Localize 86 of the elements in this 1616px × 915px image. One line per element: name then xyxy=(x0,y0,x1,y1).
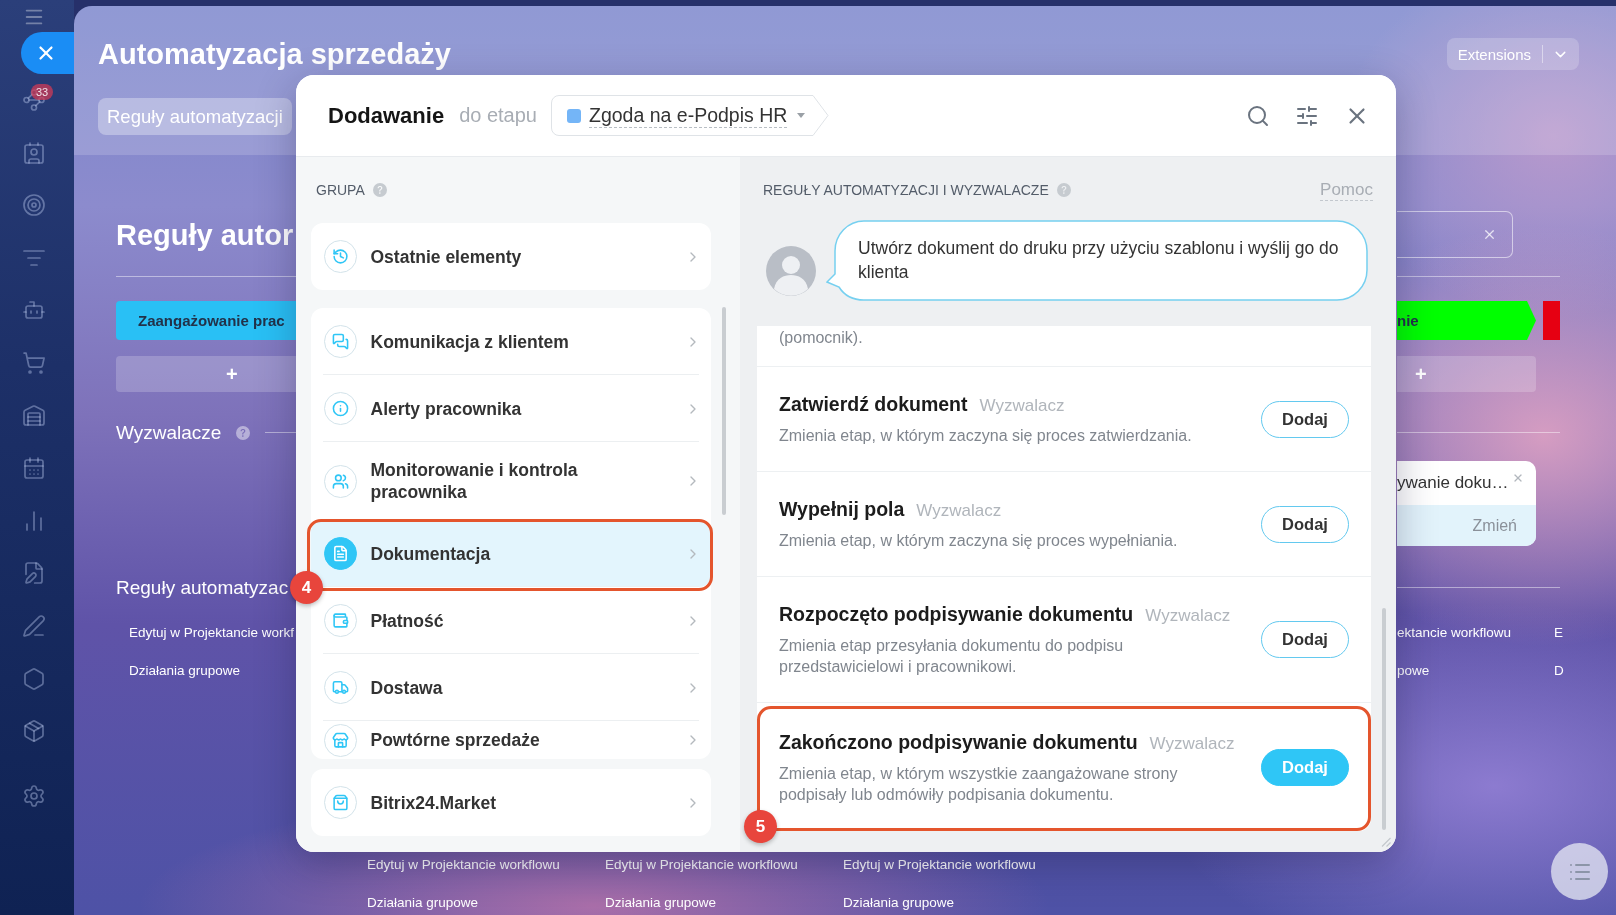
document-icon xyxy=(323,537,357,570)
stage-bar[interactable]: nie xyxy=(1397,301,1536,340)
panel-heading: GRUPA xyxy=(316,182,365,198)
group-item[interactable]: Komunikacja z klientem xyxy=(311,308,711,375)
action-link[interactable]: E xyxy=(1543,624,1563,642)
rule-description: Zmienia etap przesyłania dokumentu do podpisu przedstawicielowi i pracownikowi. xyxy=(779,636,1125,677)
rule-title: Wypełnij pola xyxy=(779,497,905,521)
triggers-heading: Wyzwalacze xyxy=(116,421,222,445)
page-title: Automatyzacja sprzedaży xyxy=(98,37,451,71)
group-item[interactable]: Ostatnie elementy xyxy=(311,223,711,290)
scrollbar-thumb[interactable] xyxy=(1382,608,1386,830)
rule-description: Zmienia etap, w którym wszystkie zaangażowane strony podpisały lub odmówiły podpisania dokumentu. xyxy=(779,763,1179,805)
step-badge: 4 xyxy=(290,571,323,604)
pen-icon[interactable] xyxy=(22,613,46,638)
speech-bubble: Utwórz dokument do druku przy użyciu szablonu i wyślij go do klienta xyxy=(826,220,1368,301)
add-button[interactable]: Dodaj xyxy=(1261,621,1349,658)
action-link[interactable]: Edytuj w Projektancie workflowu xyxy=(843,856,1036,874)
hexagon-icon[interactable] xyxy=(22,666,46,691)
filter-field[interactable] xyxy=(1397,211,1513,258)
rule-description: Zmienia etap, w którym zaczyna się proces wypełniania. xyxy=(779,531,1179,551)
group-item[interactable]: Alerty pracownika xyxy=(311,375,711,442)
document-edit-icon[interactable] xyxy=(22,561,46,586)
dialog-title: Dodawanie xyxy=(328,102,445,129)
resize-grip-icon[interactable] xyxy=(1381,837,1391,847)
group-item[interactable]: Bitrix24.Market xyxy=(311,769,711,836)
warehouse-icon[interactable] xyxy=(22,403,46,428)
stage-color-icon xyxy=(567,108,581,123)
notification-badge: 33 xyxy=(31,84,54,100)
help-icon[interactable] xyxy=(372,183,387,197)
wallet-icon xyxy=(323,604,357,637)
action-link[interactable]: Działania grupowe xyxy=(116,662,241,680)
group-item[interactable]: Dokumentacja xyxy=(311,520,711,587)
contact-card-icon[interactable] xyxy=(22,140,46,165)
trigger-card[interactable]: ywanie doku… Zmień xyxy=(1397,461,1536,546)
avatar-icon xyxy=(766,246,816,296)
step-badge: 5 xyxy=(744,810,777,843)
scrollbar-thumb[interactable] xyxy=(722,307,726,515)
search-icon[interactable] xyxy=(1246,103,1270,128)
group-item[interactable]: Dostawa xyxy=(311,654,711,721)
close-button[interactable] xyxy=(21,32,74,74)
calendar-icon[interactable] xyxy=(22,456,46,481)
action-link[interactable]: D xyxy=(1543,662,1564,680)
dialog-subtitle: do etapu xyxy=(459,104,537,127)
add-button[interactable]: Dodaj xyxy=(1261,505,1349,543)
help-icon[interactable] xyxy=(236,425,251,440)
close-icon[interactable] xyxy=(1512,472,1524,484)
action-link[interactable]: Edytuj w Projektancie workf xyxy=(116,624,295,642)
action-link[interactable]: powe xyxy=(1397,662,1430,680)
rule-description: (pomocnik). xyxy=(779,328,864,348)
settings-icon[interactable] xyxy=(22,784,46,809)
rule-tag: Wyzwalacz xyxy=(1149,733,1235,754)
stage-bar[interactable]: Zaangażowanie prac xyxy=(116,301,296,340)
rule-tag: Wyzwalacz xyxy=(916,501,1002,521)
group-item[interactable]: Powtórne sprzedaże xyxy=(311,721,711,759)
chat-icon xyxy=(323,325,357,358)
group-item[interactable]: Monitorowanie i kontrola pracownika xyxy=(311,442,711,520)
section-title: Reguły autor xyxy=(116,217,295,252)
shopping-bag-icon xyxy=(323,786,357,819)
history-icon xyxy=(323,240,357,273)
rule-title: Zatwierdź dokument xyxy=(779,392,968,416)
caret-icon xyxy=(797,113,806,118)
rule-title: Zakończono podpisywanie dokumentu xyxy=(779,729,1138,754)
action-link[interactable]: Działania grupowe xyxy=(605,894,717,912)
rule-title: Rozpoczęto podpisywanie dokumentu xyxy=(779,602,1134,626)
users-icon xyxy=(323,464,357,498)
rule-description: Zmienia etap, w którym zaczyna się proces zatwierdzania. xyxy=(779,426,1193,446)
action-link[interactable]: Edytuj w Projektancie workflowu xyxy=(605,856,798,874)
trigger-title: ywanie doku… xyxy=(1397,473,1509,493)
panel-heading: REGUŁY AUTOMATYZACJI I WYZWALACZE xyxy=(763,182,1049,198)
action-link[interactable]: Działania grupowe xyxy=(843,894,955,912)
info-icon xyxy=(323,392,357,425)
target-icon[interactable] xyxy=(22,193,46,218)
truck-icon xyxy=(323,671,357,704)
action-link[interactable]: Edytuj w Projektancie workflowu xyxy=(367,856,560,874)
action-link[interactable]: ektancie workflowu xyxy=(1397,624,1512,642)
stage-selector[interactable]: Zgoda na e-Podpis HR xyxy=(551,95,829,136)
action-link[interactable]: Działania grupowe xyxy=(367,894,479,912)
cart-icon[interactable] xyxy=(22,350,46,375)
rules-heading: Reguły automatyzac xyxy=(116,576,290,600)
rule-tag: Wyzwalacz xyxy=(1145,606,1231,626)
list-button[interactable] xyxy=(1551,843,1608,900)
close-icon[interactable] xyxy=(1482,227,1497,242)
add-button[interactable]: Dodaj xyxy=(1261,400,1349,438)
box-icon[interactable] xyxy=(22,719,46,744)
rule-tag: Wyzwalacz xyxy=(979,396,1065,416)
sliders-icon[interactable] xyxy=(1295,103,1319,128)
